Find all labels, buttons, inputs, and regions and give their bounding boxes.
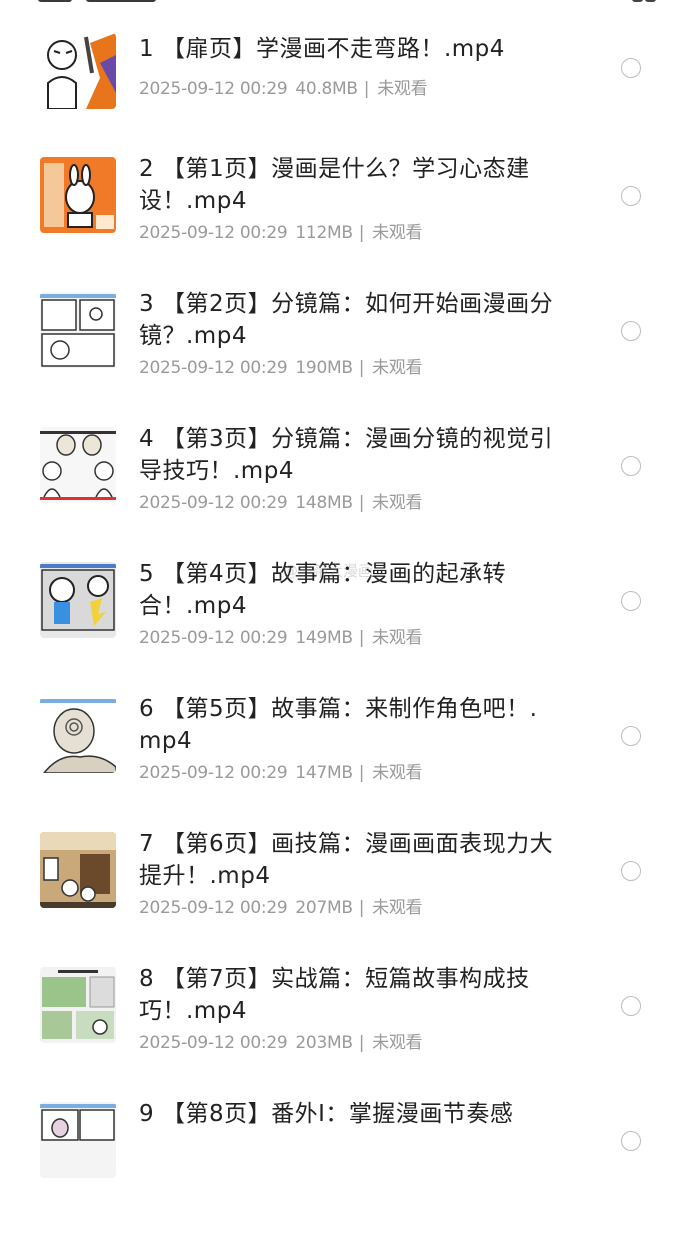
- file-name: 7 【第6页】画技篇：漫画画面表现力大提升！.mp4: [139, 831, 554, 889]
- file-size: 203MB: [295, 1033, 353, 1053]
- video-thumbnail: [40, 562, 116, 638]
- file-date: 2025-09-12 00:29: [139, 493, 288, 513]
- file-meta: 2025-09-12 00:29 149MB | 未观看: [139, 628, 423, 648]
- file-meta: 2025-09-12 00:29 207MB | 未观看: [139, 898, 423, 918]
- file-meta: 2025-09-12 00:29 148MB | 未观看: [139, 493, 423, 513]
- select-radio[interactable]: [621, 1131, 641, 1151]
- file-name: 9 【第8页】番外Ⅰ：掌握漫画节奏感: [139, 1101, 514, 1127]
- select-radio[interactable]: [621, 186, 641, 206]
- watch-status: 未观看: [372, 223, 423, 243]
- watch-status: 未观看: [372, 898, 423, 918]
- file-row-6[interactable]: 6 【第5页】故事篇：来制作角色吧！.mp4 2025-09-12 00:29 1…: [0, 693, 690, 828]
- file-date: 2025-09-12 00:29: [139, 223, 288, 243]
- file-row-7[interactable]: 7 【第6页】画技篇：漫画画面表现力大提升！.mp4 2025-09-12 00…: [0, 828, 690, 963]
- top-toolbar-partial: [0, 0, 690, 8]
- file-row-9[interactable]: 9 【第8页】番外Ⅰ：掌握漫画节奏感: [0, 1098, 690, 1233]
- select-radio[interactable]: [621, 591, 641, 611]
- select-radio[interactable]: [621, 58, 641, 78]
- file-date: 2025-09-12 00:29: [139, 79, 288, 99]
- video-thumbnail: [40, 967, 116, 1043]
- watch-status: 未观看: [372, 1033, 423, 1053]
- select-radio[interactable]: [621, 861, 641, 881]
- file-size: 207MB: [295, 898, 353, 918]
- file-date: 2025-09-12 00:29: [139, 358, 288, 378]
- file-meta: 2025-09-12 00:29 112MB | 未观看: [139, 223, 423, 243]
- file-row-3[interactable]: 3 【第2页】分镜篇：如何开始画漫画分镜？.mp4 2025-09-12 00:…: [0, 288, 690, 423]
- file-size: 149MB: [295, 628, 353, 648]
- file-name: 8 【第7页】实战篇：短篇故事构成技巧！.mp4: [139, 966, 530, 1024]
- select-all-icon[interactable]: [632, 0, 656, 4]
- file-meta: 2025-09-12 00:29 147MB | 未观看: [139, 763, 423, 783]
- file-size: 112MB: [295, 223, 353, 243]
- file-row-5[interactable]: 5 【第4页】故事篇：漫画的起承转合！.mp4 2025-09-12 00:29…: [0, 558, 690, 693]
- file-date: 2025-09-12 00:29: [139, 1033, 288, 1053]
- file-date: 2025-09-12 00:29: [139, 763, 288, 783]
- file-row-2[interactable]: 2 【第1页】漫画是什么？学习心态建设！.mp4 2025-09-12 00:2…: [0, 153, 690, 288]
- watch-status: 未观看: [377, 79, 428, 99]
- file-row-8[interactable]: 8 【第7页】实战篇：短篇故事构成技巧！.mp4 2025-09-12 00:2…: [0, 963, 690, 1098]
- video-thumbnail: [40, 832, 116, 908]
- file-meta: 2025-09-12 00:29 40.8MB | 未观看: [139, 79, 428, 99]
- file-size: 40.8MB: [295, 79, 358, 99]
- header-text-fragment: [38, 0, 72, 2]
- file-name: 3 【第2页】分镜篇：如何开始画漫画分镜？.mp4: [139, 291, 554, 349]
- file-name: 6 【第5页】故事篇：来制作角色吧！.mp4: [139, 696, 538, 754]
- file-name: 1 【扉页】学漫画不走弯路！.mp4: [139, 36, 505, 62]
- select-radio[interactable]: [621, 321, 641, 341]
- video-thumbnail: [40, 697, 116, 773]
- watch-status: 未观看: [372, 763, 423, 783]
- file-date: 2025-09-12 00:29: [139, 898, 288, 918]
- file-size: 190MB: [295, 358, 353, 378]
- file-name: 4 【第3页】分镜篇：漫画分镜的视觉引导技巧！.mp4: [139, 426, 554, 484]
- watch-status: 未观看: [372, 358, 423, 378]
- video-thumbnail: [40, 427, 116, 503]
- file-name: 5 【第4页】故事篇：漫画的起承转合！.mp4: [139, 561, 507, 619]
- select-radio[interactable]: [621, 456, 641, 476]
- video-thumbnail: [40, 292, 116, 368]
- video-thumbnail: [40, 157, 116, 233]
- file-size: 147MB: [295, 763, 353, 783]
- file-meta: 2025-09-12 00:29 203MB | 未观看: [139, 1033, 423, 1053]
- file-row-4[interactable]: 4 【第3页】分镜篇：漫画分镜的视觉引导技巧！.mp4 2025-09-12 0…: [0, 423, 690, 558]
- file-size: 148MB: [295, 493, 353, 513]
- select-radio[interactable]: [621, 996, 641, 1016]
- watch-status: 未观看: [372, 628, 423, 648]
- file-date: 2025-09-12 00:29: [139, 628, 288, 648]
- file-meta: 2025-09-12 00:29 190MB | 未观看: [139, 358, 423, 378]
- file-row-1[interactable]: 1 【扉页】学漫画不走弯路！.mp4 2025-09-12 00:29 40.8M…: [0, 33, 690, 168]
- video-thumbnail: [40, 1102, 116, 1178]
- video-thumbnail: [40, 33, 116, 109]
- file-name: 2 【第1页】漫画是什么？学习心态建设！.mp4: [139, 156, 530, 214]
- header-text-fragment: [86, 0, 156, 2]
- watch-status: 未观看: [372, 493, 423, 513]
- select-radio[interactable]: [621, 726, 641, 746]
